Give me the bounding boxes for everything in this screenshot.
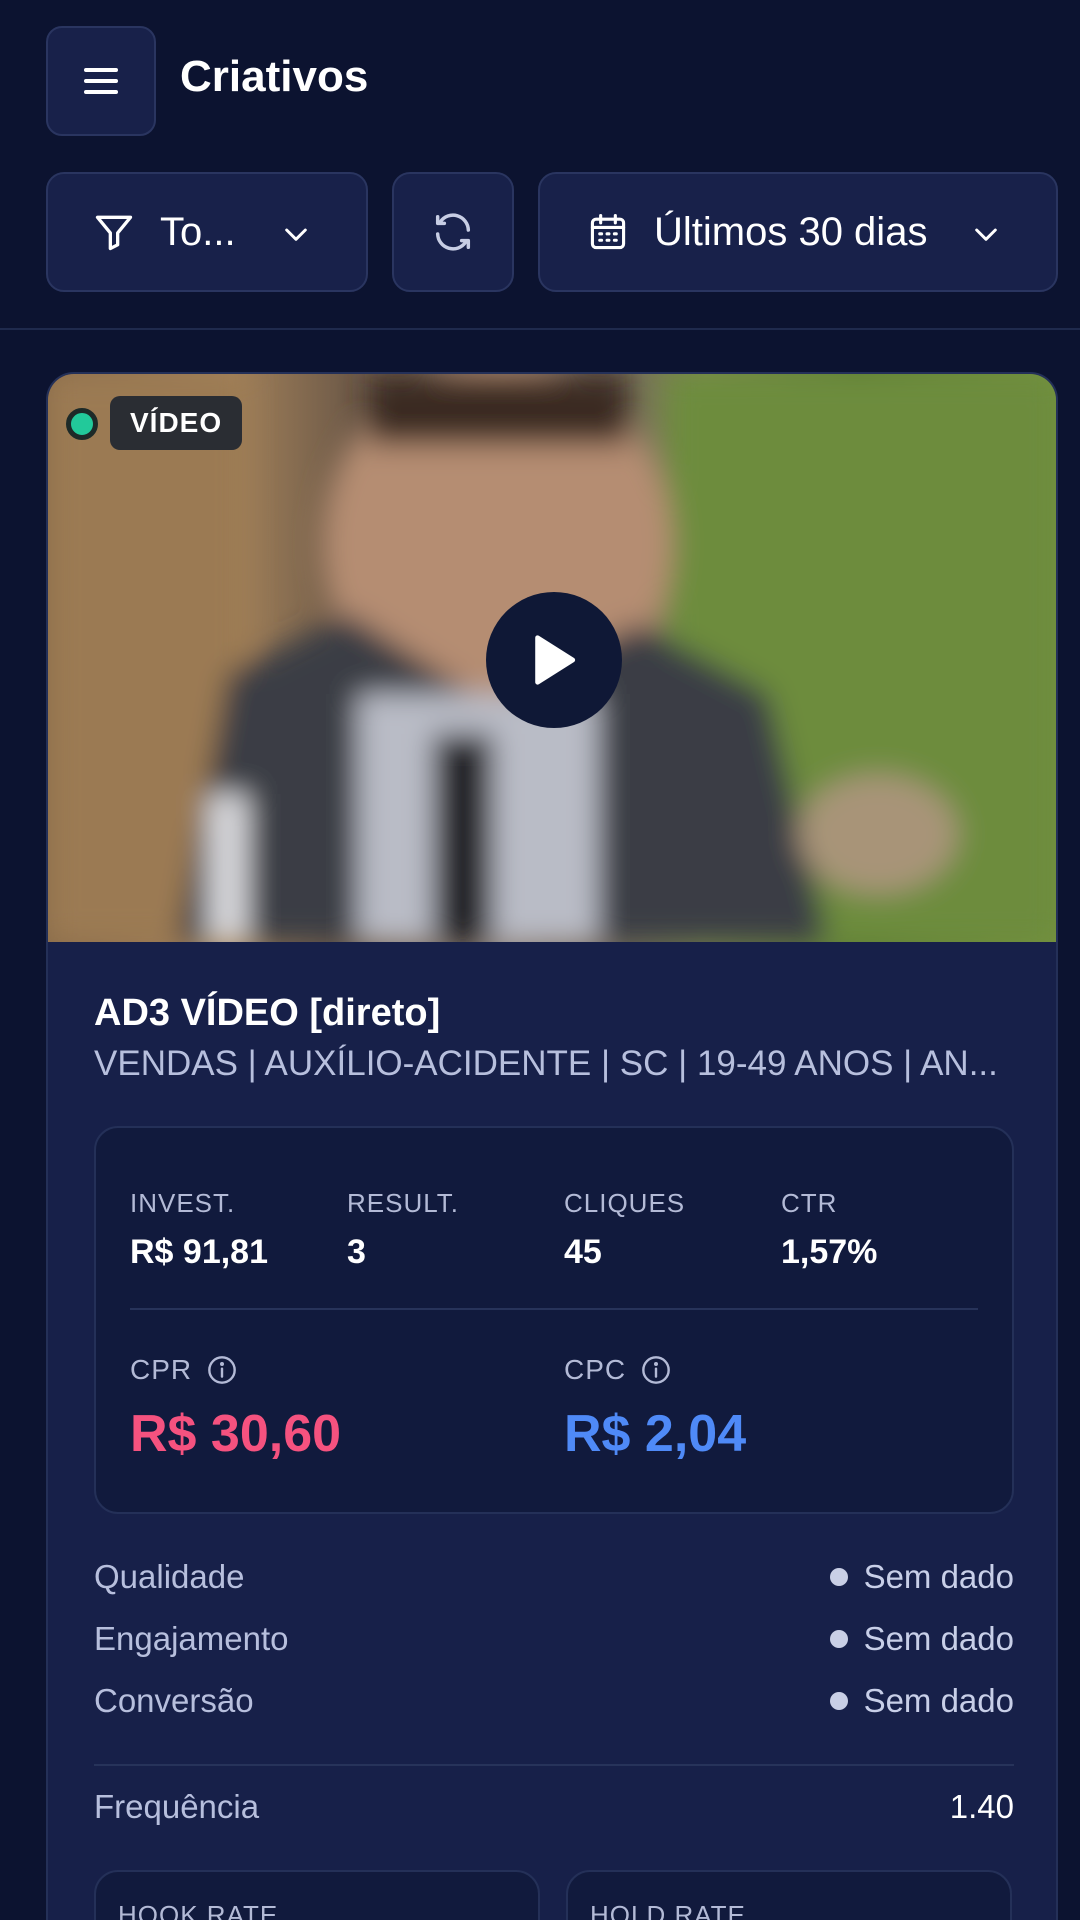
divider: [94, 1764, 1014, 1766]
status-dot: [829, 1568, 848, 1586]
chevron-down-icon: [285, 228, 307, 241]
metrics-panel: INVEST. R$ 91,81 RESULT. 3 CLIQUES 45 CT…: [94, 1126, 1014, 1514]
info-icon[interactable]: [206, 1354, 238, 1386]
engagement-row: Engajamento Sem dado: [94, 1616, 1014, 1662]
metric-label: INVEST.: [130, 1188, 236, 1218]
metric-label: RESULT.: [347, 1188, 459, 1218]
metric-value: 45: [564, 1233, 602, 1271]
metric-label: CPR: [130, 1354, 193, 1385]
metric-value: 3: [347, 1233, 366, 1271]
calendar-icon: [590, 213, 626, 250]
frequency-row: Frequência 1.40: [94, 1788, 1014, 1826]
creative-type-badge: VÍDEO: [110, 396, 243, 450]
top-bar: Criativos To... Últimos 30 dias: [0, 0, 1080, 330]
quality-row: Qualidade Sem dado: [94, 1554, 1014, 1600]
metric-results: RESULT. 3: [347, 1188, 459, 1272]
conversion-label: Conversão: [94, 1682, 254, 1719]
status-filter-dropdown[interactable]: To...: [46, 172, 368, 292]
campaign-name: VENDAS | AUXÍLIO-ACIDENTE | SC | 19-49 A…: [94, 1044, 998, 1083]
video-thumbnail[interactable]: VÍDEO: [48, 374, 1056, 942]
divider: [130, 1308, 978, 1310]
chevron-down-icon: [975, 228, 997, 241]
hook-rate-card: HOOK RATE: [94, 1870, 540, 1920]
metric-cpc: CPC R$ 2,04: [564, 1354, 746, 1464]
info-icon[interactable]: [640, 1354, 672, 1386]
status-dot: [829, 1630, 848, 1648]
conversion-status: Sem dado: [829, 1682, 1014, 1720]
refresh-button[interactable]: [392, 172, 514, 292]
date-range-dropdown[interactable]: Últimos 30 dias: [538, 172, 1058, 292]
refresh-icon: [435, 213, 471, 251]
cpc-value: R$ 2,04: [564, 1405, 747, 1463]
quality-label: Qualidade: [94, 1558, 245, 1595]
frequency-label: Frequência: [94, 1788, 260, 1825]
conversion-status-text: Sem dado: [863, 1682, 1014, 1719]
metric-value: 1,57%: [781, 1233, 878, 1271]
menu-button[interactable]: [46, 26, 156, 136]
engagement-status: Sem dado: [829, 1620, 1014, 1658]
hold-rate-label: HOLD RATE: [590, 1900, 746, 1920]
creative-name: AD3 VÍDEO [direto]: [94, 992, 441, 1034]
metric-cpr: CPR R$ 30,60: [130, 1354, 341, 1464]
metric-label: CLIQUES: [564, 1188, 686, 1218]
metric-ctr: CTR 1,57%: [781, 1188, 877, 1272]
page-title: Criativos: [180, 52, 369, 101]
status-filter-label: To...: [160, 209, 236, 254]
metric-label: CPC: [564, 1354, 627, 1385]
status-dot: [66, 408, 98, 440]
funnel-icon: [95, 215, 133, 251]
hold-rate-card: HOLD RATE: [566, 1870, 1012, 1920]
cpr-value: R$ 30,60: [130, 1405, 342, 1463]
play-button[interactable]: [486, 592, 622, 728]
hamburger-icon: [84, 68, 118, 94]
hook-rate-label: HOOK RATE: [118, 1900, 279, 1920]
frequency-value: 1.40: [949, 1788, 1014, 1825]
quality-status: Sem dado: [829, 1558, 1014, 1596]
metric-label: CTR: [781, 1188, 838, 1218]
engagement-status-text: Sem dado: [863, 1620, 1014, 1657]
metric-value: R$ 91,81: [130, 1233, 268, 1271]
creative-card[interactable]: VÍDEO AD3 VÍDEO [direto] VENDAS | AUXÍLI…: [46, 372, 1058, 1920]
date-range-label: Últimos 30 dias: [654, 209, 928, 254]
status-dot: [829, 1692, 848, 1710]
metric-clicks: CLIQUES 45: [564, 1188, 685, 1272]
quality-status-text: Sem dado: [863, 1558, 1014, 1595]
engagement-label: Engajamento: [94, 1620, 289, 1657]
conversion-row: Conversão Sem dado: [94, 1678, 1014, 1724]
metric-invest: INVEST. R$ 91,81: [130, 1188, 268, 1272]
play-icon: [535, 635, 576, 685]
